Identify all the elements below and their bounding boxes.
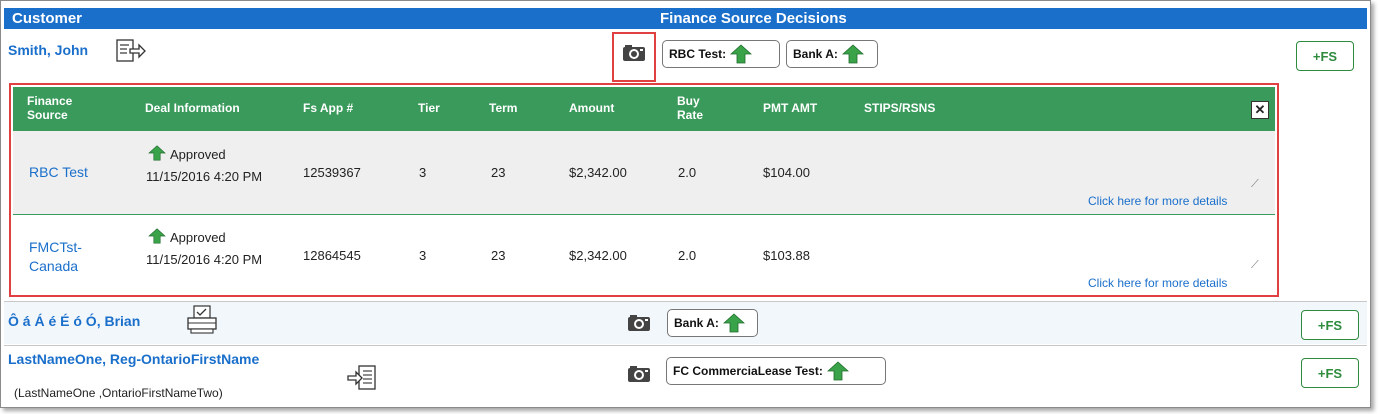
resize-handle-icon[interactable]: ⟋ (1251, 178, 1259, 191)
pmt-amt-value: $104.00 (763, 165, 810, 180)
term-value: 23 (491, 248, 506, 263)
column-header: Deal Information (145, 101, 240, 115)
deal-date: 11/15/2016 4:20 PM (146, 252, 263, 267)
up-arrow-icon (722, 313, 745, 333)
up-arrow-icon (841, 44, 864, 64)
decision-label: RBC Test: (669, 47, 727, 61)
customer-column-header: Customer (12, 10, 83, 27)
close-icon[interactable]: ✕ (1251, 101, 1269, 119)
column-header: PMT AMT (763, 101, 818, 115)
column-header: Finance Source (27, 94, 73, 122)
amount-value: $2,342.00 (569, 248, 627, 263)
column-header: Amount (569, 101, 615, 115)
column-header: Term (489, 101, 518, 115)
column-header: Tier (418, 101, 440, 115)
amount-value: $2,342.00 (569, 165, 627, 180)
finance-source-link[interactable]: FMCTst-Canada (29, 238, 109, 276)
approved-arrow-icon (147, 145, 167, 164)
deal-status: Approved (170, 230, 226, 245)
decision-bank-a-button[interactable]: Bank A: (667, 309, 758, 337)
decisions-column-header: Finance Source Decisions (660, 10, 847, 27)
camera-icon[interactable] (627, 365, 651, 388)
table-header: Customer Finance Source Decisions (4, 8, 1367, 29)
fs-app-number: 12864545 (303, 248, 361, 263)
camera-icon[interactable] (622, 44, 646, 67)
decision-rbc-test-button[interactable]: RBC Test: (662, 40, 780, 68)
customer-name-link[interactable]: LastNameOne, Reg-OntarioFirstName (8, 351, 259, 367)
fs-app-number: 12539367 (303, 165, 361, 180)
column-header: STIPS/RSNS (864, 101, 936, 115)
camera-icon[interactable] (627, 314, 651, 337)
table-row: RBC Test Approved 11/15/2016 4:20 PM 125… (13, 131, 1275, 214)
decision-label: FC CommerciaLease Test: (673, 364, 823, 378)
more-details-link[interactable]: Click here for more details (1088, 276, 1227, 290)
decision-label: Bank A: (793, 47, 838, 61)
row-divider (4, 345, 1367, 346)
column-header: Buy Rate (677, 94, 704, 122)
customer-secondary-name: (LastNameOne ,OntarioFirstNameTwo) (14, 386, 223, 400)
table-row: FMCTst-Canada Approved 11/15/2016 4:20 P… (13, 215, 1275, 295)
pmt-amt-value: $103.88 (763, 248, 810, 263)
printer-icon[interactable] (186, 305, 218, 340)
tier-value: 3 (419, 165, 427, 180)
deal-date: 11/15/2016 4:20 PM (146, 169, 263, 184)
more-details-link[interactable]: Click here for more details (1088, 194, 1227, 208)
add-finance-source-button[interactable]: +FS (1301, 358, 1359, 388)
decision-fc-commercialease-button[interactable]: FC CommerciaLease Test: (666, 357, 886, 385)
customer-name-link[interactable]: Smith, John (8, 42, 88, 58)
resize-handle-icon[interactable]: ⟋ (1251, 259, 1259, 272)
customer-name-link[interactable]: Ô á Á é É ó Ó, Brian (8, 313, 140, 329)
import-document-icon[interactable] (347, 365, 377, 396)
term-value: 23 (491, 165, 506, 180)
deal-status: Approved (170, 147, 226, 162)
column-header: Fs App # (303, 101, 354, 115)
finance-source-link[interactable]: RBC Test (29, 164, 88, 180)
buy-rate-value: 2.0 (678, 165, 697, 180)
decision-label: Bank A: (674, 316, 719, 330)
send-document-icon[interactable] (116, 39, 146, 68)
decision-bank-a-button[interactable]: Bank A: (786, 40, 878, 68)
buy-rate-value: 2.0 (678, 248, 697, 263)
approved-arrow-icon (147, 228, 167, 247)
add-finance-source-button[interactable]: +FS (1301, 310, 1359, 340)
up-arrow-icon (730, 44, 753, 64)
detail-table-header: Finance Source Deal Information Fs App #… (13, 87, 1275, 131)
up-arrow-icon (826, 361, 849, 381)
tier-value: 3 (419, 248, 427, 263)
add-finance-source-button[interactable]: +FS (1296, 41, 1354, 71)
